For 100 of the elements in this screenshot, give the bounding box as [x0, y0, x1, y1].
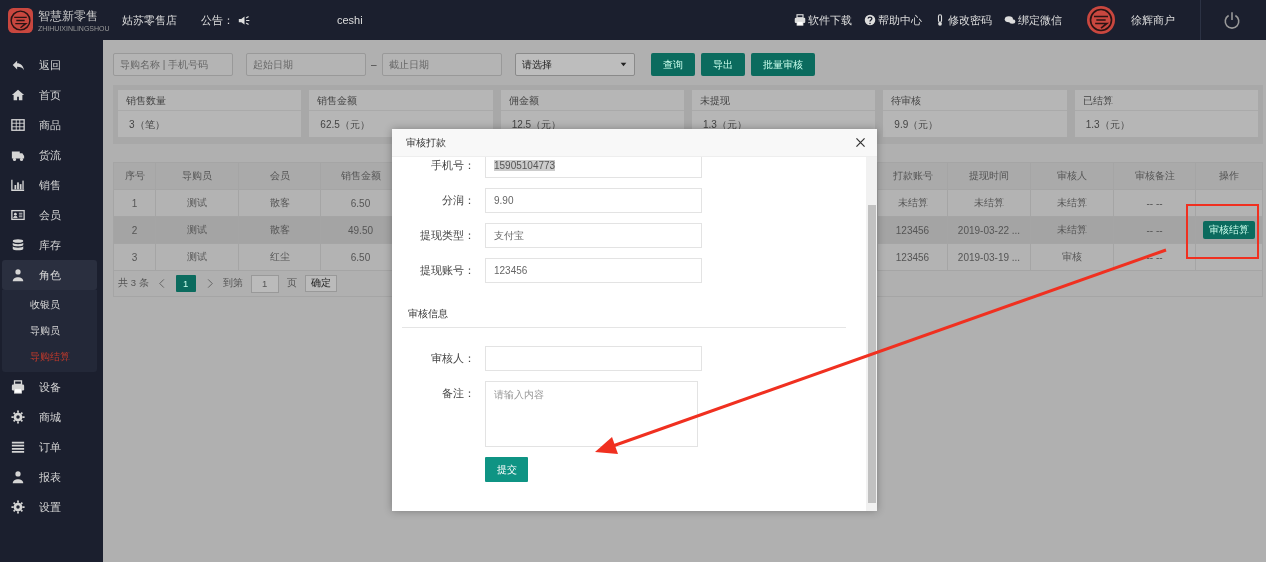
table-cell: 测试 [155, 189, 239, 217]
power-icon[interactable] [1223, 11, 1241, 29]
column-header: 导购员 [155, 162, 239, 190]
close-icon[interactable] [854, 136, 867, 149]
table-cell: 2 [113, 216, 156, 244]
page-label: 页 [286, 277, 297, 290]
stat-value: 1.3（元） [702, 118, 748, 132]
field-label: 提现类型： [419, 228, 476, 243]
column-header: 会员 [238, 162, 321, 190]
stat-value: 62.5（元） [319, 118, 371, 132]
column-header: 打款账号 [877, 162, 948, 190]
input-field[interactable]: 15905104773 [485, 157, 702, 178]
table-cell: 未结算 [1030, 189, 1114, 217]
header-link[interactable]: 帮助中心 [864, 12, 922, 28]
confirm-button[interactable]: 确定 [304, 275, 337, 292]
table-cell: 未结算 [947, 189, 1031, 217]
table-cell: 散客 [238, 216, 321, 244]
header-link[interactable]: 绑定微信 [1004, 12, 1062, 28]
column-header: 序号 [113, 162, 156, 190]
gear-icon [11, 500, 25, 514]
chat-icon [1004, 14, 1016, 26]
sidebar-item[interactable]: 会员 [2, 200, 97, 230]
sidebar-item[interactable]: 报表 [2, 462, 97, 492]
user-icon [11, 470, 25, 484]
list-icon [11, 440, 25, 454]
notice-label: 公告： [201, 12, 234, 28]
stat-label: 未提现 [692, 90, 876, 111]
dialog-title: 审核打款 [406, 135, 446, 150]
column-header: 操作 [1195, 162, 1263, 190]
user-name[interactable]: 徐辉商户 [1131, 12, 1175, 28]
input-field[interactable] [485, 346, 702, 371]
database-icon [11, 238, 25, 252]
total-count: 共 3 条 [118, 277, 149, 290]
id-card-icon [11, 208, 25, 222]
sidebar-item[interactable]: 订单 [2, 432, 97, 462]
help-icon [864, 14, 876, 26]
toolbar-button[interactable]: 批量审核 [750, 53, 815, 76]
field-label: 手机号： [430, 158, 476, 173]
table-cell: 测试 [155, 243, 239, 271]
speaker-icon [238, 13, 251, 27]
stat-label: 待审核 [883, 90, 1067, 111]
avatar-icon [1087, 6, 1115, 34]
user-icon [11, 268, 25, 282]
table-cell: -- -- [1113, 243, 1196, 271]
sidebar-item[interactable]: 设置 [2, 492, 97, 522]
toolbar-button[interactable]: 导出 [700, 53, 745, 76]
column-header: 审核人 [1030, 162, 1114, 190]
stat-value: 3（笔） [128, 118, 166, 132]
table-cell: -- -- [1113, 189, 1196, 217]
stat-label: 销售数量 [118, 90, 302, 111]
column-header: 审核备注 [1113, 162, 1196, 190]
notice-text: ceshi [337, 14, 363, 26]
table-cell: 审核 [1030, 243, 1114, 271]
stat-value: 9.9（元） [893, 118, 940, 132]
gear-icon [11, 410, 25, 424]
stat-label: 佣金额 [500, 90, 684, 111]
table-cell: 2019-03-22 ... [947, 216, 1031, 244]
sidebar-item[interactable]: 首页 [2, 80, 97, 110]
status-select[interactable]: 请选择 [514, 53, 635, 76]
back-arrow-icon [11, 58, 25, 72]
header-link[interactable]: 软件下载 [794, 12, 852, 28]
settle-button[interactable]: 审核结算 [1203, 221, 1255, 239]
table-cell: 散客 [238, 189, 321, 217]
submenu-item[interactable]: 导购员 [2, 318, 97, 344]
column-header: 提现时间 [947, 162, 1031, 190]
header-link[interactable]: 修改密码 [934, 12, 992, 28]
sidebar-item[interactable]: 销售 [2, 170, 97, 200]
field-label: 提现账号： [419, 263, 476, 278]
table-cell: -- -- [1113, 216, 1196, 244]
page-input[interactable]: 1 [250, 274, 279, 293]
scrollbar[interactable] [866, 157, 877, 511]
bar-chart-icon [11, 178, 25, 192]
submenu-item[interactable]: 收银员 [2, 292, 97, 318]
input-field[interactable]: 支付宝 [485, 223, 702, 248]
input-field[interactable]: 9.90 [485, 188, 702, 213]
sidebar-item[interactable]: 库存 [2, 230, 97, 260]
table-cell: 3 [113, 243, 156, 271]
goto-label: 到第 [222, 277, 243, 290]
logo-icon [8, 7, 33, 33]
section-title: 审核信息 [402, 307, 846, 328]
stat-value: 1.3（元） [1084, 118, 1131, 132]
stat-label: 已结算 [1074, 90, 1258, 111]
sidebar-item[interactable]: 角色 [2, 260, 97, 290]
input-field[interactable]: 123456 [485, 258, 702, 283]
table-cell: 红尘 [238, 243, 321, 271]
logo-title: 智慧新零售 [38, 8, 99, 25]
toolbar-button[interactable]: 查询 [650, 53, 695, 76]
sidebar-item[interactable]: 商城 [2, 402, 97, 432]
sidebar-item[interactable]: 商品 [2, 110, 97, 140]
sidebar-item[interactable]: 设备 [2, 372, 97, 402]
range-separator: – [371, 59, 377, 70]
field-label: 审核人： [430, 351, 476, 366]
sidebar-item[interactable]: 返回 [2, 50, 97, 80]
table-cell: 2019-03-19 ... [947, 243, 1031, 271]
page-button[interactable]: 1 [175, 275, 196, 292]
submit-button[interactable]: 提交 [485, 457, 528, 482]
sidebar-item[interactable]: 货流 [2, 140, 97, 170]
field-label: 备注： [441, 386, 476, 401]
field-label: 分润： [441, 193, 476, 208]
grid-icon [11, 118, 25, 132]
